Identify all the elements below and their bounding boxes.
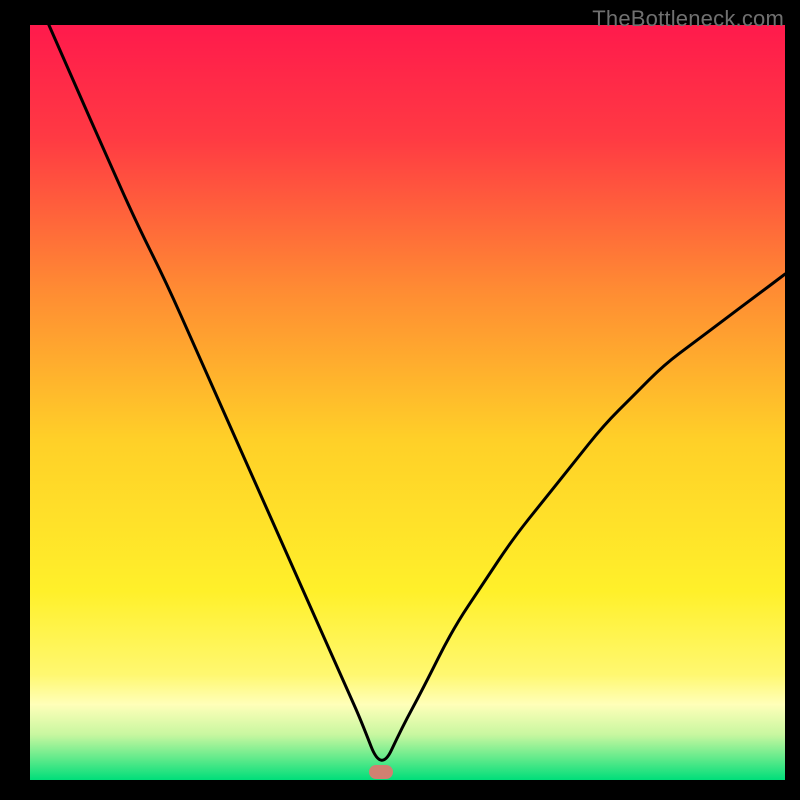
bottleneck-curve <box>30 25 785 780</box>
optimum-marker <box>369 765 393 779</box>
plot-area <box>30 25 785 780</box>
attribution-label: TheBottleneck.com <box>592 6 784 32</box>
chart-frame: TheBottleneck.com <box>0 0 800 800</box>
